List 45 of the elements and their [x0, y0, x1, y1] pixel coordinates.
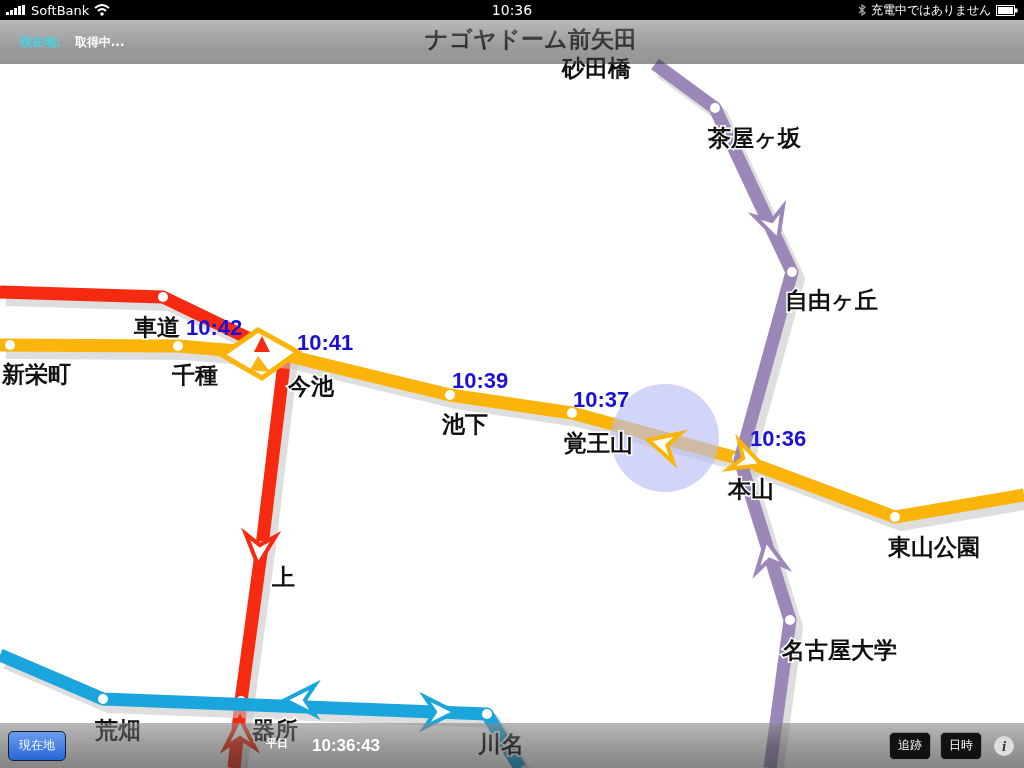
location-label: 現在地:	[20, 33, 61, 51]
station-label: 新栄町	[2, 361, 71, 387]
station-label: 東山公園	[888, 534, 980, 560]
arrival-time: 10:39	[452, 368, 509, 393]
station-label: 名古屋大学	[782, 637, 897, 663]
station-label: 池下	[442, 411, 488, 437]
station-dot	[158, 292, 168, 302]
train-arrow-icon	[280, 679, 321, 721]
station-label: 千種	[172, 362, 218, 388]
location-value: 取得中...	[74, 33, 125, 51]
station-dot	[445, 390, 455, 400]
signal-icon	[6, 5, 26, 15]
station-label: 砂田橋	[562, 55, 631, 81]
station-dot	[710, 103, 720, 113]
station-dot	[98, 694, 108, 704]
station-label: 覚王山	[564, 430, 633, 456]
station-label: 荒畑	[95, 717, 141, 743]
station-dot	[785, 615, 795, 625]
station-dot	[567, 408, 577, 418]
arrival-time: 10:36	[750, 426, 807, 451]
station-label: 今池	[288, 373, 334, 399]
current-location-button[interactable]: 現在地	[8, 730, 66, 761]
station-label: 上	[272, 564, 295, 590]
arrival-time: 10:37	[573, 387, 630, 412]
battery-status: 充電中ではありません	[871, 1, 991, 19]
station-dot	[482, 709, 492, 719]
station-dot	[173, 341, 183, 351]
station-label: 本山	[728, 476, 774, 502]
battery-icon	[996, 4, 1018, 16]
station-dot	[787, 267, 797, 277]
station-label: ナゴヤドーム前矢田	[425, 26, 637, 52]
status-time: 10:36	[491, 2, 533, 18]
train-arrow-icon	[643, 429, 688, 469]
toolbar-button[interactable]: 追跡	[889, 731, 931, 760]
station-label: 茶屋ヶ坂	[708, 125, 801, 151]
clock-time: 10:36:43	[312, 735, 381, 756]
arrival-time: 10:41	[297, 330, 354, 355]
bluetooth-icon	[858, 4, 866, 16]
station-label: 車道	[134, 314, 180, 340]
station-dot	[890, 512, 900, 522]
carrier-name: SoftBank	[31, 2, 90, 18]
station-dot	[5, 340, 15, 350]
toolbar-button[interactable]: 日時	[940, 731, 982, 760]
station-label: 自由ヶ丘	[785, 287, 878, 313]
wifi-icon	[94, 4, 111, 16]
